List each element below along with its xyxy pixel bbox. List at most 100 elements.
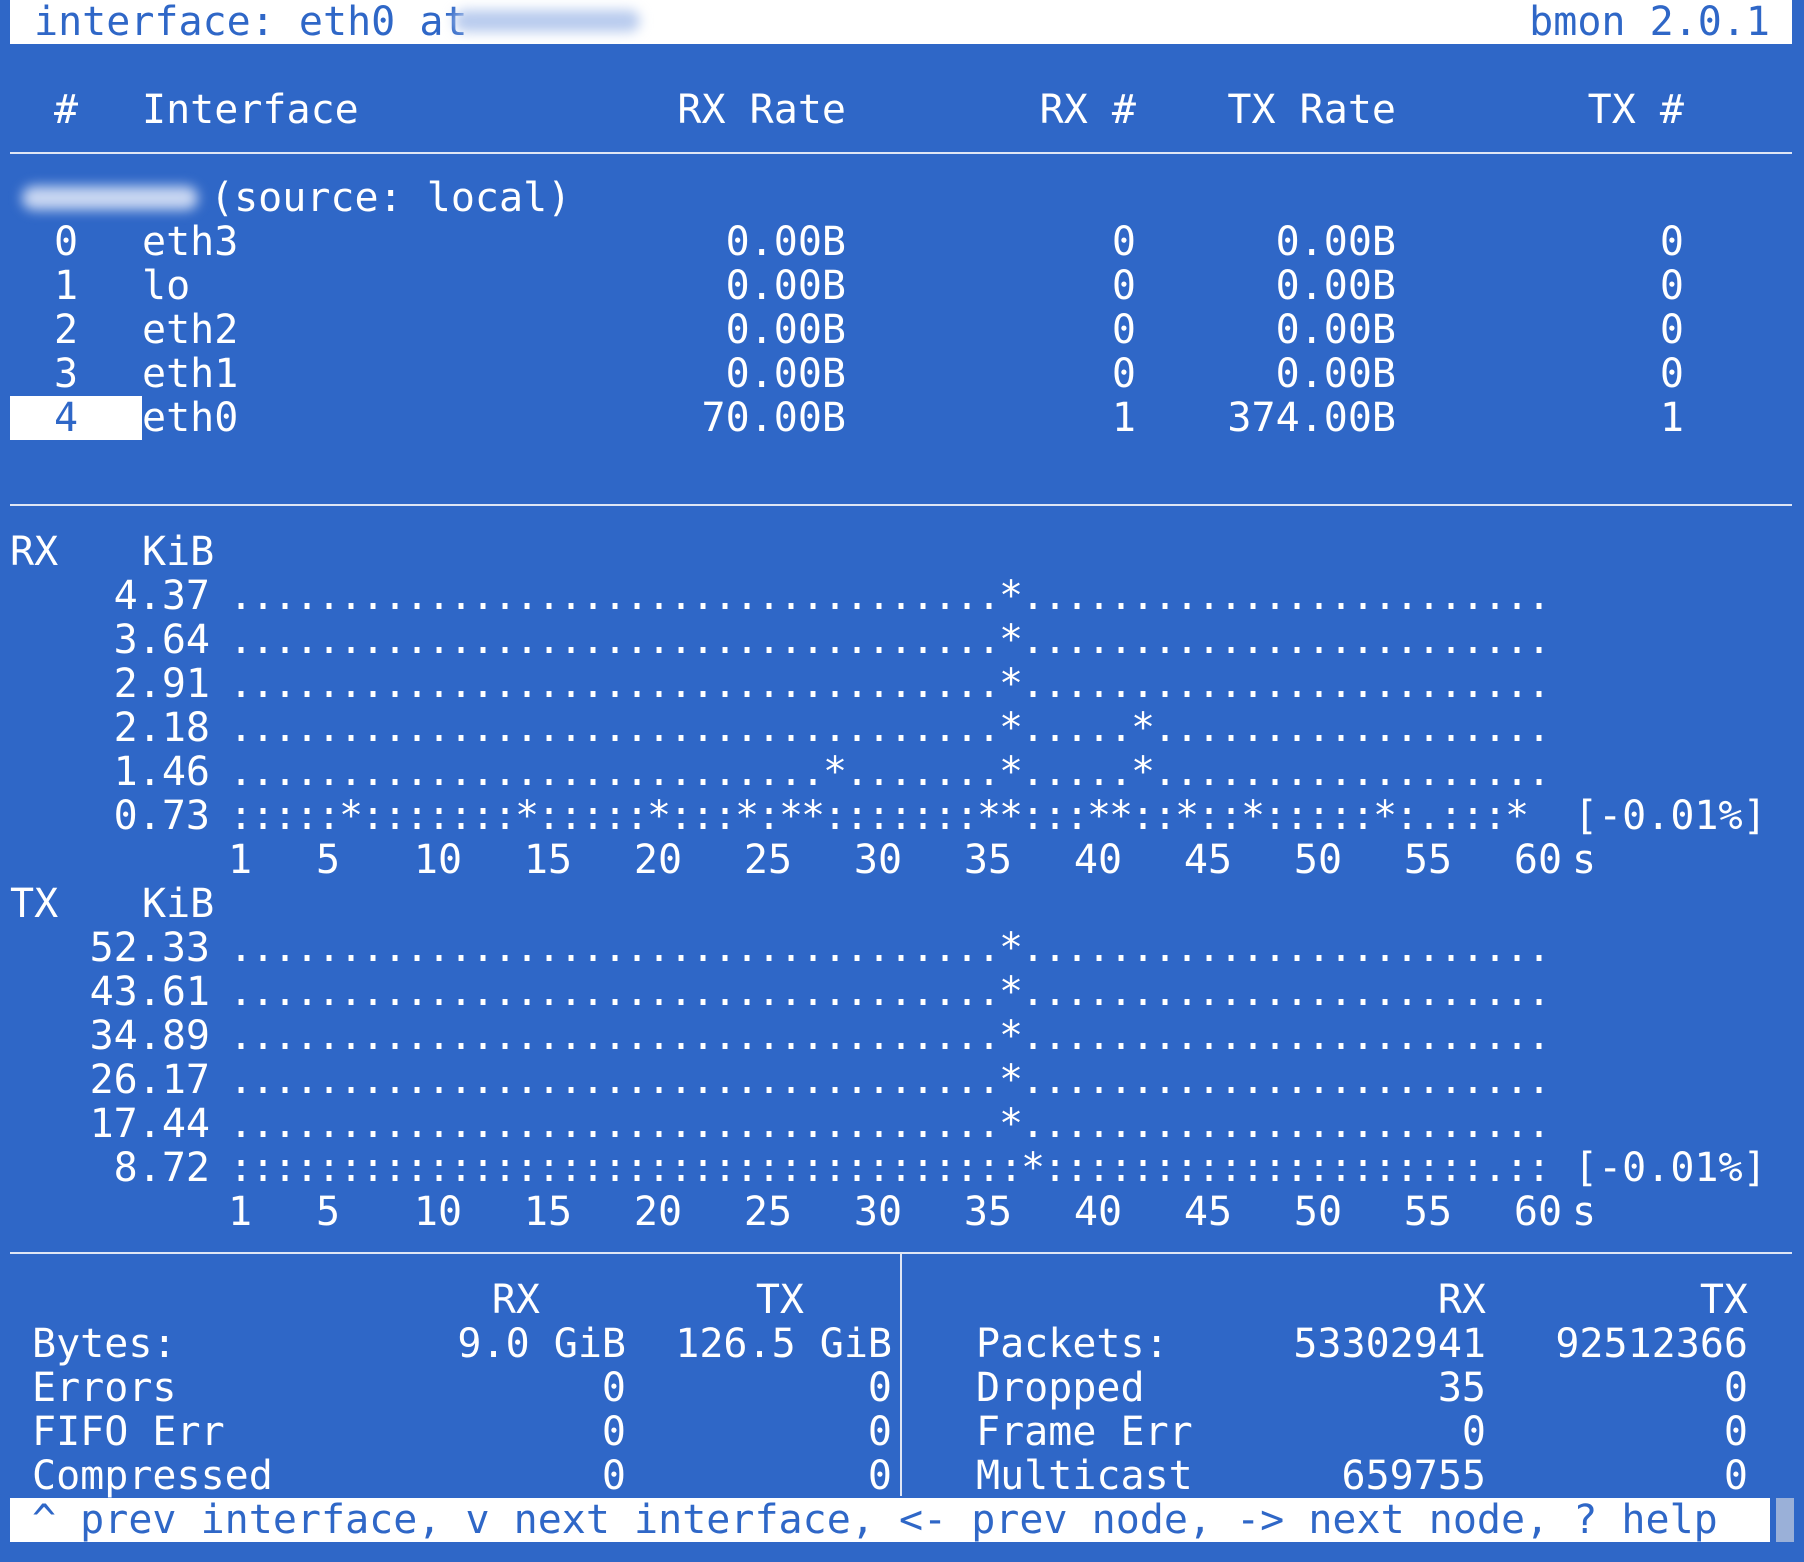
rx-graph-cell: . bbox=[1065, 749, 1090, 795]
tx-graph-cell: . bbox=[339, 969, 364, 1015]
interface-index[interactable]: 2 bbox=[54, 308, 78, 352]
rx-graph-cell: . bbox=[1175, 705, 1200, 751]
tx-graph-cell: . bbox=[867, 1057, 892, 1103]
rx-graph-cell: . bbox=[1461, 617, 1486, 663]
tx-graph-cell: . bbox=[1483, 1013, 1508, 1059]
help-text: ^ prev interface, v next interface, <- p… bbox=[32, 1497, 1718, 1543]
tx-graph-cell: . bbox=[471, 1101, 496, 1147]
rx-graph-cell: . bbox=[295, 661, 320, 707]
tx-graph-cell: . bbox=[757, 925, 782, 971]
stat-rx-value: 35 bbox=[1437, 1365, 1486, 1411]
rx-graph-cell: . bbox=[1219, 705, 1244, 751]
interface-name[interactable]: lo bbox=[142, 264, 190, 308]
rx-graph-cell: . bbox=[493, 617, 518, 663]
rx-graph-cell: * bbox=[1505, 793, 1530, 839]
rx-graph-cell: . bbox=[625, 749, 650, 795]
tx-y-label: 34.89 bbox=[89, 1013, 210, 1059]
rx-graph-cell: . bbox=[1439, 705, 1464, 751]
tx-graph-cell: . bbox=[1021, 1057, 1046, 1103]
tx-graph-cell: . bbox=[691, 1013, 716, 1059]
tx-graph-cell: * bbox=[999, 1101, 1024, 1147]
tx-graph-cell: . bbox=[427, 1013, 452, 1059]
tx-graph-cell: : bbox=[1373, 1145, 1398, 1191]
rx-graph-cell: . bbox=[779, 573, 804, 619]
tx-graph-cell: . bbox=[1417, 969, 1442, 1015]
rx-graph-cell: . bbox=[669, 705, 694, 751]
interface-name[interactable]: eth3 bbox=[142, 220, 238, 264]
rx-graph-cell: . bbox=[757, 617, 782, 663]
stats-left-col-tx: TX bbox=[755, 1277, 804, 1323]
tx-graph-cell: . bbox=[1131, 1101, 1156, 1147]
stat-label: Compressed bbox=[32, 1453, 273, 1499]
rx-graph-cell: . bbox=[1395, 617, 1420, 663]
tx-graph-cell: : bbox=[317, 1145, 342, 1191]
rx-graph-cell: . bbox=[977, 661, 1002, 707]
rx-graph-cell: . bbox=[493, 749, 518, 795]
tx-graph-cell: . bbox=[515, 1013, 540, 1059]
rx-graph-cell: . bbox=[515, 573, 540, 619]
rx-graph-cell: : bbox=[361, 793, 386, 839]
rx-graph-cell: . bbox=[427, 661, 452, 707]
rx-graph-cell: : bbox=[603, 793, 628, 839]
tx-graph-cell: . bbox=[1043, 969, 1068, 1015]
rx-graph-cell: . bbox=[1307, 617, 1332, 663]
tx-graph-cell: . bbox=[669, 1013, 694, 1059]
rx-graph-cell: . bbox=[581, 705, 606, 751]
tx-graph-cell: . bbox=[603, 969, 628, 1015]
rx-graph-cell: . bbox=[823, 573, 848, 619]
tx-graph-cell: . bbox=[1417, 1101, 1442, 1147]
tx-graph-cell: . bbox=[647, 969, 672, 1015]
rx-graph-cell: : bbox=[1329, 793, 1354, 839]
rx-x-tick: 10 bbox=[413, 837, 463, 883]
rx-graph-cell: . bbox=[449, 617, 474, 663]
rx-graph-cell: . bbox=[1483, 617, 1508, 663]
tx-graph-cell: . bbox=[757, 1101, 782, 1147]
rx-graph-cell: : bbox=[1285, 793, 1310, 839]
tx-graph-cell: . bbox=[339, 1101, 364, 1147]
interface-index[interactable]: 3 bbox=[54, 352, 78, 396]
rx-graph-cell: . bbox=[1439, 661, 1464, 707]
interface-index[interactable]: 0 bbox=[54, 220, 78, 264]
rx-y-label: 2.91 bbox=[113, 661, 210, 707]
rx-graph-cell: . bbox=[955, 661, 980, 707]
tx-graph-cell: . bbox=[1197, 969, 1222, 1015]
tx-graph-cell: . bbox=[1461, 1101, 1486, 1147]
rx-graph-cell: . bbox=[471, 573, 496, 619]
tx-graph-cell: : bbox=[1131, 1145, 1156, 1191]
interface-name[interactable]: eth1 bbox=[142, 352, 238, 396]
rx-graph-cell: . bbox=[1329, 749, 1354, 795]
interface-index[interactable]: 1 bbox=[54, 264, 78, 308]
rx-graph-cell: . bbox=[1087, 705, 1112, 751]
rx-graph-cell: . bbox=[691, 661, 716, 707]
tx-graph-cell: . bbox=[1307, 969, 1332, 1015]
rx-graph-cell: . bbox=[1505, 617, 1530, 663]
tx-graph-cell: . bbox=[735, 1101, 760, 1147]
rx-graph-cell: . bbox=[1505, 749, 1530, 795]
rx-graph-cell: . bbox=[405, 617, 430, 663]
tx-graph-cell: . bbox=[823, 1013, 848, 1059]
interface-index[interactable]: 4 bbox=[54, 396, 78, 440]
rx-graph-cell: . bbox=[361, 705, 386, 751]
rx-graph-cell: . bbox=[273, 661, 298, 707]
interface-name[interactable]: eth2 bbox=[142, 308, 238, 352]
tx-graph-cell: . bbox=[1329, 1101, 1354, 1147]
rx-graph-cell: . bbox=[735, 749, 760, 795]
rx-graph-cell: . bbox=[1109, 661, 1134, 707]
tx-graph-cell: . bbox=[713, 925, 738, 971]
tx-graph-cell: . bbox=[1241, 1013, 1266, 1059]
col-tx-rate: TX Rate bbox=[1227, 87, 1396, 133]
rx-graph-cell: . bbox=[559, 573, 584, 619]
tx-graph-cell: . bbox=[735, 925, 760, 971]
rx-graph-cell: . bbox=[427, 749, 452, 795]
tx-graph-cell: : bbox=[1461, 1145, 1486, 1191]
rx-graph-cell: . bbox=[339, 573, 364, 619]
scrollbar-thumb[interactable] bbox=[1776, 1498, 1794, 1542]
rx-graph-label: RX bbox=[10, 529, 59, 575]
rx-graph-cell: . bbox=[845, 661, 870, 707]
rx-graph-cell: . bbox=[1483, 705, 1508, 751]
interface-tx-rate: 0.00B bbox=[1275, 351, 1396, 397]
interface-name[interactable]: eth0 bbox=[142, 396, 238, 440]
rx-graph-cell: : bbox=[911, 793, 936, 839]
stat-label: Dropped bbox=[976, 1365, 1145, 1411]
tx-graph-cell: . bbox=[229, 925, 254, 971]
